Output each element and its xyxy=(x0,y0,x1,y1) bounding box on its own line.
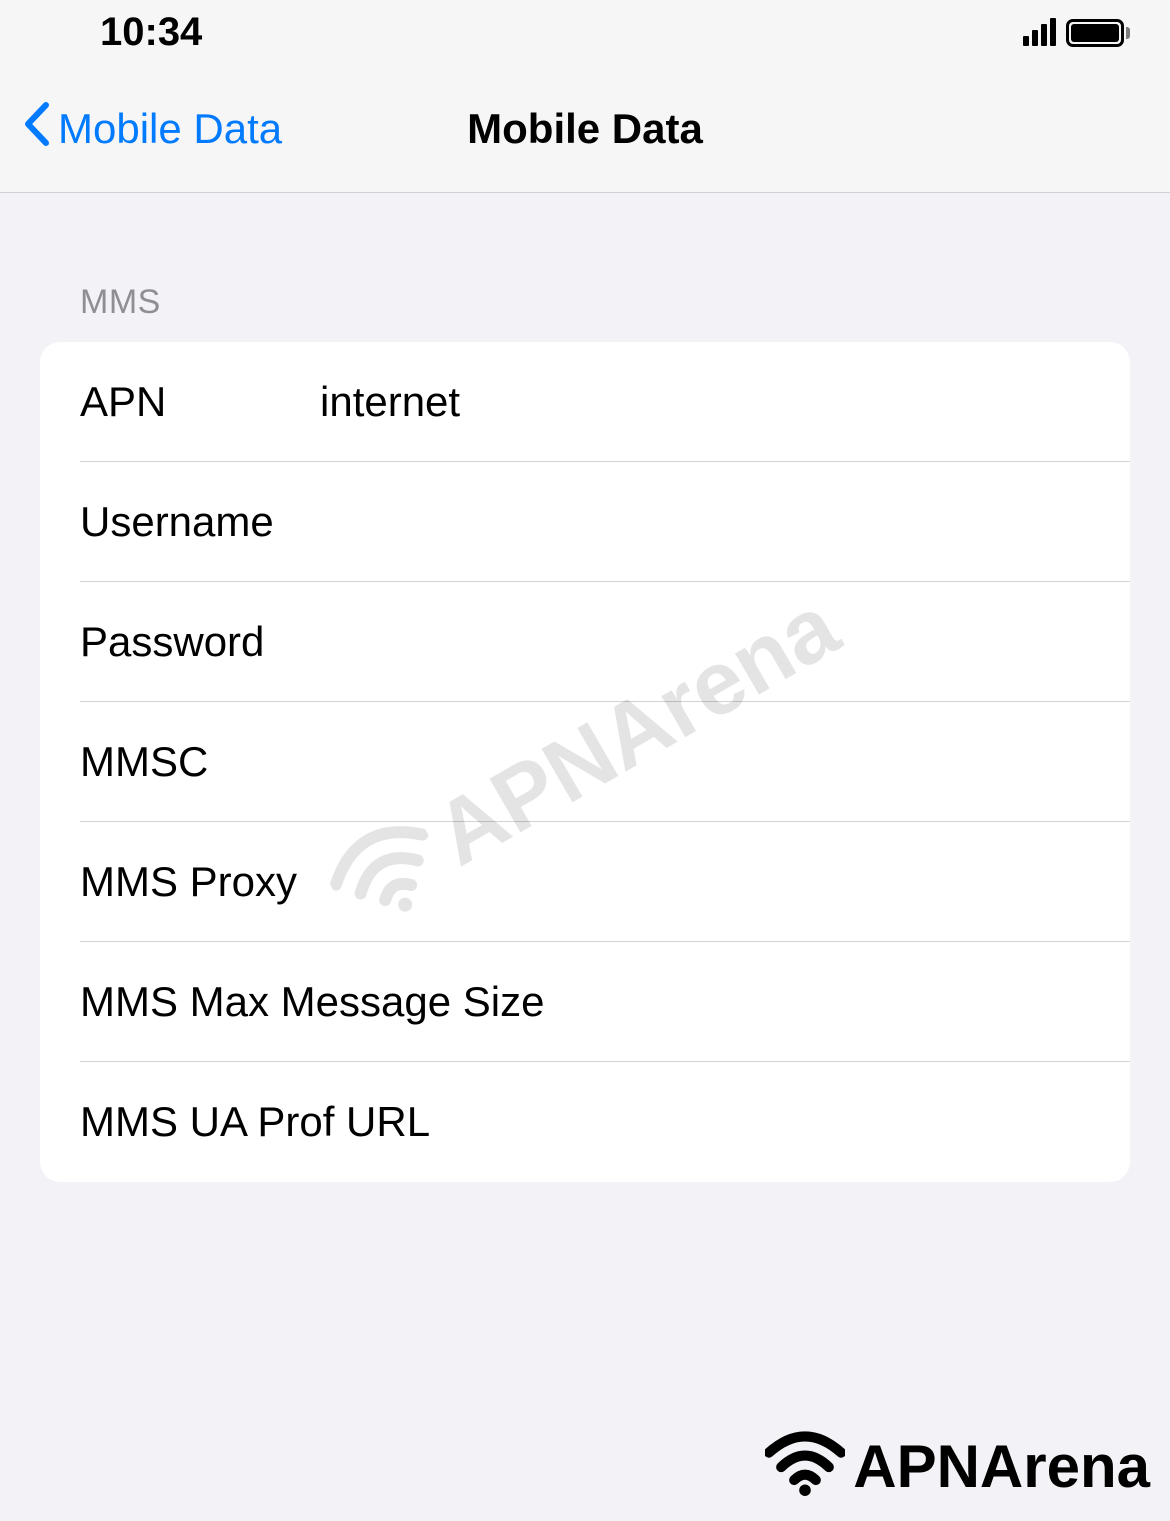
back-label: Mobile Data xyxy=(58,105,282,153)
username-row[interactable]: Username xyxy=(40,462,1130,582)
username-input[interactable] xyxy=(320,498,1090,546)
back-button[interactable]: Mobile Data xyxy=(0,101,282,156)
apn-label: APN xyxy=(80,378,320,426)
password-input[interactable] xyxy=(320,618,1090,666)
status-time: 10:34 xyxy=(100,10,202,55)
mms-max-size-label: MMS Max Message Size xyxy=(80,978,1090,1026)
page-title: Mobile Data xyxy=(467,105,703,153)
mms-proxy-row[interactable]: MMS Proxy xyxy=(40,822,1130,942)
mmsc-row[interactable]: MMSC xyxy=(40,702,1130,822)
mmsc-label: MMSC xyxy=(80,738,320,786)
battery-icon xyxy=(1066,19,1130,47)
apn-row[interactable]: APN xyxy=(40,342,1130,462)
mms-proxy-label: MMS Proxy xyxy=(80,858,320,906)
password-row[interactable]: Password xyxy=(40,582,1130,702)
mms-ua-prof-row[interactable]: MMS UA Prof URL xyxy=(40,1062,1130,1182)
footer-logo: APNArena xyxy=(765,1431,1150,1501)
chevron-left-icon xyxy=(22,101,50,156)
password-label: Password xyxy=(80,618,320,666)
mms-proxy-input[interactable] xyxy=(320,858,1090,906)
username-label: Username xyxy=(80,498,320,546)
mmsc-input[interactable] xyxy=(320,738,1090,786)
wifi-icon xyxy=(765,1431,845,1501)
status-bar: 10:34 xyxy=(0,0,1170,65)
footer-logo-text: APNArena xyxy=(853,1432,1150,1501)
navigation-bar: Mobile Data Mobile Data xyxy=(0,65,1170,193)
mms-max-size-row[interactable]: MMS Max Message Size xyxy=(40,942,1130,1062)
cellular-signal-icon xyxy=(1023,20,1056,46)
section-header: MMS xyxy=(40,193,1130,342)
status-indicators xyxy=(1023,19,1130,47)
apn-input[interactable] xyxy=(320,378,1090,426)
settings-group: APN Username Password MMSC MMS Proxy MMS… xyxy=(40,342,1130,1182)
mms-ua-prof-label: MMS UA Prof URL xyxy=(80,1098,1090,1146)
content-area: MMS APN Username Password MMSC MMS Proxy… xyxy=(0,193,1170,1182)
